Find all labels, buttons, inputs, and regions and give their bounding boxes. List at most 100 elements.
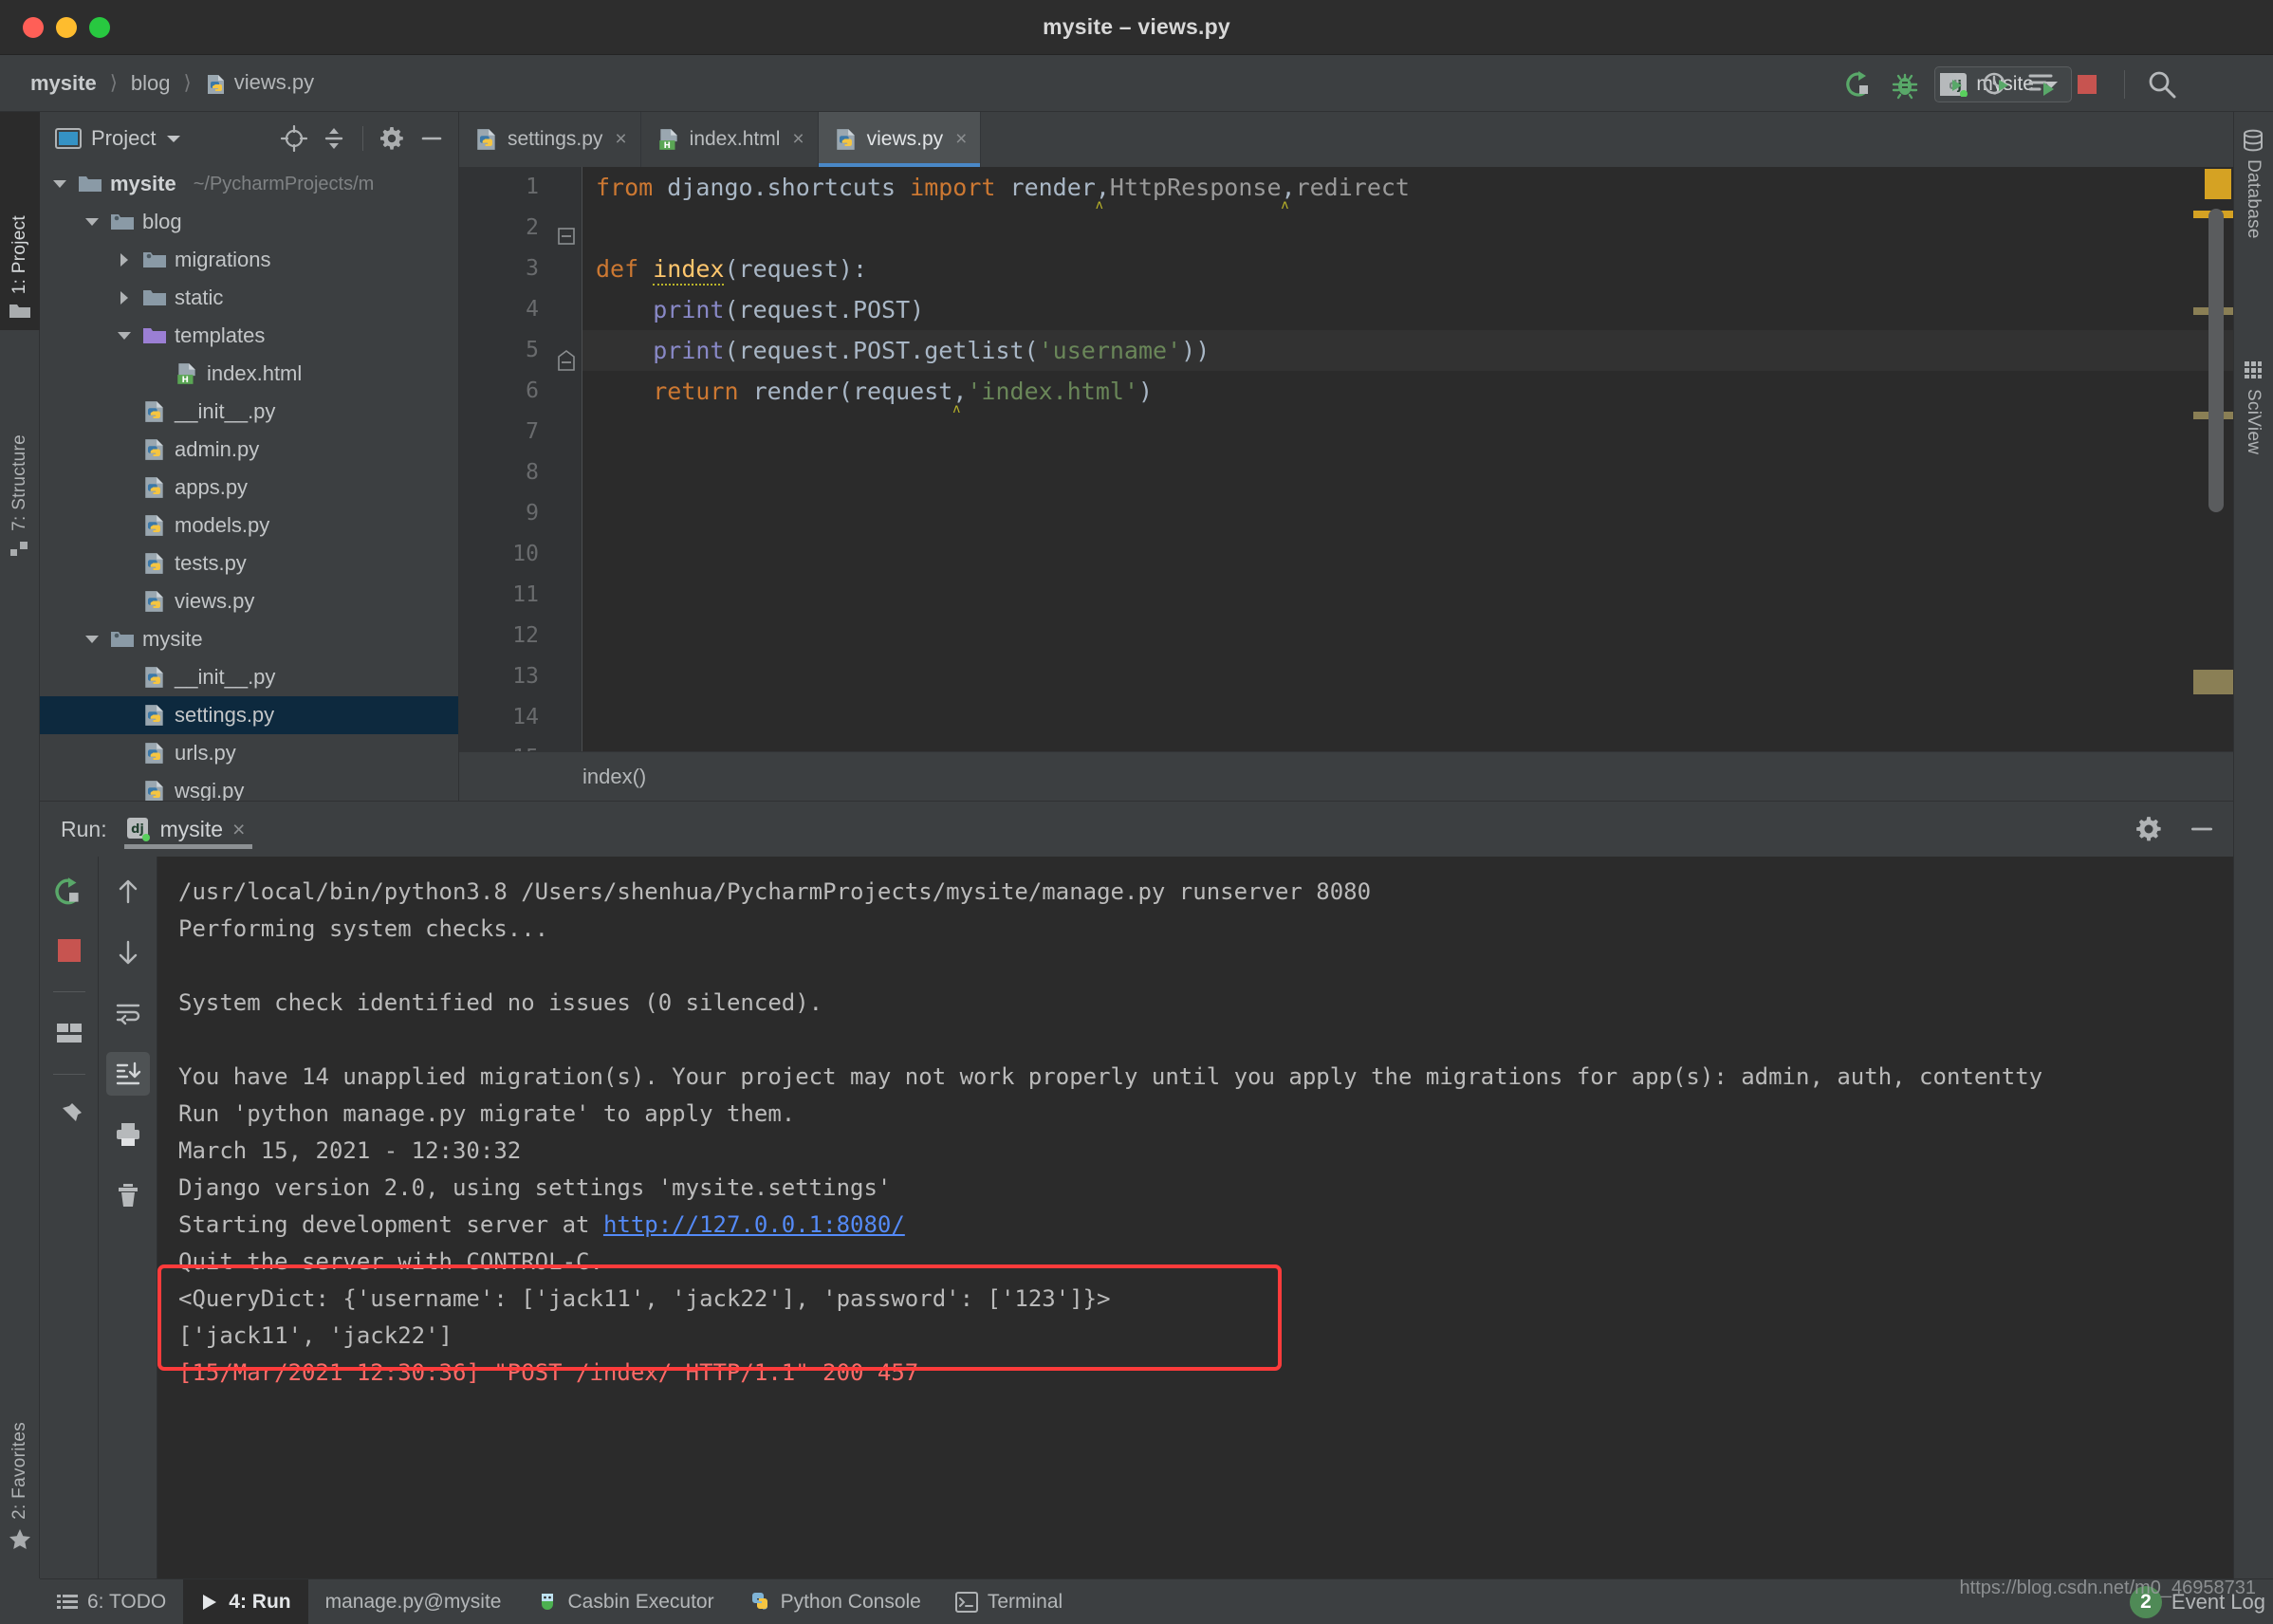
breadcrumb-item-file[interactable]: views.py: [199, 68, 320, 97]
code-line-empty[interactable]: [582, 656, 2233, 697]
chevron-right-icon[interactable]: [114, 287, 135, 308]
status-item-run[interactable]: 4: Run: [183, 1578, 308, 1624]
editor-status-breadcrumb[interactable]: index(): [459, 751, 2233, 801]
chevron-down-icon[interactable]: [165, 133, 182, 144]
rerun-icon[interactable]: [47, 870, 91, 914]
run-console[interactable]: /usr/local/bin/python3.8 /Users/shenhua/…: [157, 857, 2233, 1578]
sidebar-item-project[interactable]: 1: Project: [0, 112, 40, 330]
code-line-empty[interactable]: [582, 412, 2233, 452]
code-area[interactable]: 123456 H789101112131415 from django.shor…: [459, 167, 2233, 770]
layout-icon[interactable]: [47, 1011, 91, 1055]
code-line[interactable]: print(request.POST.getlist('username')): [582, 330, 2233, 371]
tree-item-admin-py[interactable]: admin.py: [40, 431, 458, 469]
tree-item-settings-py[interactable]: settings.py: [40, 696, 458, 734]
console-link[interactable]: http://127.0.0.1:8080/: [603, 1211, 905, 1238]
scroll-to-end-icon[interactable]: [105, 1052, 150, 1096]
tree-item-wsgi-py[interactable]: wsgi.py: [40, 772, 458, 801]
tree-item-static[interactable]: static: [40, 279, 458, 317]
close-icon[interactable]: ×: [792, 128, 804, 151]
fold-end-icon[interactable]: [556, 349, 577, 372]
chevron-down-icon[interactable]: [49, 174, 70, 194]
editor-tab-views-py[interactable]: views.py ×: [818, 112, 982, 167]
status-item-python-console[interactable]: Python Console: [731, 1579, 938, 1624]
status-item-todo[interactable]: 6: TODO: [40, 1579, 183, 1624]
tree-item-mysite[interactable]: mysite: [40, 620, 458, 658]
error-stripe-marker[interactable]: [2205, 169, 2231, 199]
profile-icon[interactable]: [1980, 68, 2012, 101]
breadcrumb-item-project[interactable]: mysite: [25, 69, 102, 98]
code-line-empty[interactable]: [582, 738, 2233, 751]
tree-item-blog[interactable]: blog: [40, 203, 458, 241]
fold-gutter[interactable]: [552, 167, 582, 751]
tree-item-migrations[interactable]: migrations: [40, 241, 458, 279]
event-log-label[interactable]: Event Log: [2171, 1590, 2265, 1615]
zoom-button[interactable]: [89, 17, 110, 38]
code-lines[interactable]: from django.shortcuts import render,Http…: [582, 167, 2233, 751]
sidebar-item-favorites[interactable]: 2: Favorites: [0, 1362, 40, 1561]
soft-wrap-icon[interactable]: [106, 991, 150, 1035]
stop-icon[interactable]: [47, 929, 91, 972]
editor-scrollbar[interactable]: [2208, 209, 2224, 512]
debug-icon[interactable]: [1889, 68, 1921, 101]
status-item-manage-py[interactable]: manage.py@mysite: [308, 1579, 519, 1624]
sidebar-item-database[interactable]: Database: [2233, 120, 2273, 249]
collapse-all-icon[interactable]: [319, 123, 349, 154]
editor-gutter[interactable]: 123456 H789101112131415: [459, 167, 577, 770]
chevron-right-icon[interactable]: [114, 249, 135, 270]
code-line[interactable]: [582, 208, 2233, 249]
print-icon[interactable]: [106, 1113, 150, 1156]
code-line-empty[interactable]: [582, 452, 2233, 493]
close-icon[interactable]: ×: [615, 128, 626, 151]
chevron-down-icon[interactable]: [82, 629, 102, 650]
coverage-icon[interactable]: [1934, 68, 1967, 101]
run-with-console-icon[interactable]: [2025, 68, 2058, 101]
tree-item-index-html[interactable]: Hindex.html: [40, 355, 458, 393]
code-line[interactable]: print(request.POST): [582, 289, 2233, 330]
chevron-down-icon[interactable]: [82, 212, 102, 232]
window-controls[interactable]: [23, 17, 110, 38]
code-line-empty[interactable]: [582, 575, 2233, 616]
stop-icon[interactable]: [2071, 68, 2103, 101]
minimize-button[interactable]: [56, 17, 77, 38]
chevron-down-icon[interactable]: [114, 325, 135, 346]
fold-collapse-icon[interactable]: [556, 226, 577, 247]
code-line[interactable]: return render(request,'index.html'): [582, 371, 2233, 412]
tree-item-urls-py[interactable]: urls.py: [40, 734, 458, 772]
locate-icon[interactable]: [279, 123, 309, 154]
tree-item-mysite[interactable]: mysite ~/PycharmProjects/m: [40, 165, 458, 203]
rerun-icon[interactable]: [1843, 68, 1876, 101]
editor-marker-bar[interactable]: [2193, 167, 2233, 702]
down-arrow-icon[interactable]: [106, 931, 150, 974]
settings-gear-icon[interactable]: [377, 123, 407, 154]
settings-gear-icon[interactable]: [2134, 815, 2163, 843]
editor-tab-index-html[interactable]: Hindex.html ×: [641, 112, 819, 167]
run-tab-mysite[interactable]: dj mysite ×: [122, 802, 253, 857]
tree-item-init-py[interactable]: __init__.py: [40, 393, 458, 431]
project-tree[interactable]: mysite ~/PycharmProjects/m blog migrations s…: [40, 165, 458, 801]
close-icon[interactable]: ×: [232, 802, 245, 857]
editor-tab-bar[interactable]: settings.py × Hindex.html × views.py ×: [459, 112, 2233, 167]
hide-icon[interactable]: [2188, 815, 2216, 843]
tree-item-models-py[interactable]: models.py: [40, 507, 458, 544]
tree-item-templates[interactable]: templates: [40, 317, 458, 355]
status-item-casbin-executor[interactable]: Casbin Executor: [519, 1579, 731, 1624]
code-line-empty[interactable]: [582, 697, 2233, 738]
close-button[interactable]: [23, 17, 44, 38]
editor-tab-settings-py[interactable]: settings.py ×: [459, 112, 641, 167]
tree-item-init-py[interactable]: __init__.py: [40, 658, 458, 696]
sidebar-item-structure[interactable]: 7: Structure: [0, 330, 40, 567]
trash-icon[interactable]: [106, 1173, 150, 1217]
sidebar-item-sciview[interactable]: SciView: [2233, 349, 2273, 464]
status-item-terminal[interactable]: Terminal: [938, 1579, 1080, 1624]
tree-item-views-py[interactable]: views.py: [40, 582, 458, 620]
tree-item-tests-py[interactable]: tests.py: [40, 544, 458, 582]
code-line[interactable]: def index(request):: [582, 249, 2233, 289]
hide-icon[interactable]: [416, 123, 447, 154]
change-marker[interactable]: [2193, 670, 2233, 694]
pin-icon[interactable]: [47, 1094, 91, 1137]
breadcrumb-item-blog[interactable]: blog: [125, 69, 176, 98]
code-line-empty[interactable]: [582, 534, 2233, 575]
close-icon[interactable]: ×: [955, 128, 967, 151]
code-line[interactable]: from django.shortcuts import render,Http…: [582, 167, 2233, 208]
search-icon[interactable]: [2146, 68, 2178, 101]
